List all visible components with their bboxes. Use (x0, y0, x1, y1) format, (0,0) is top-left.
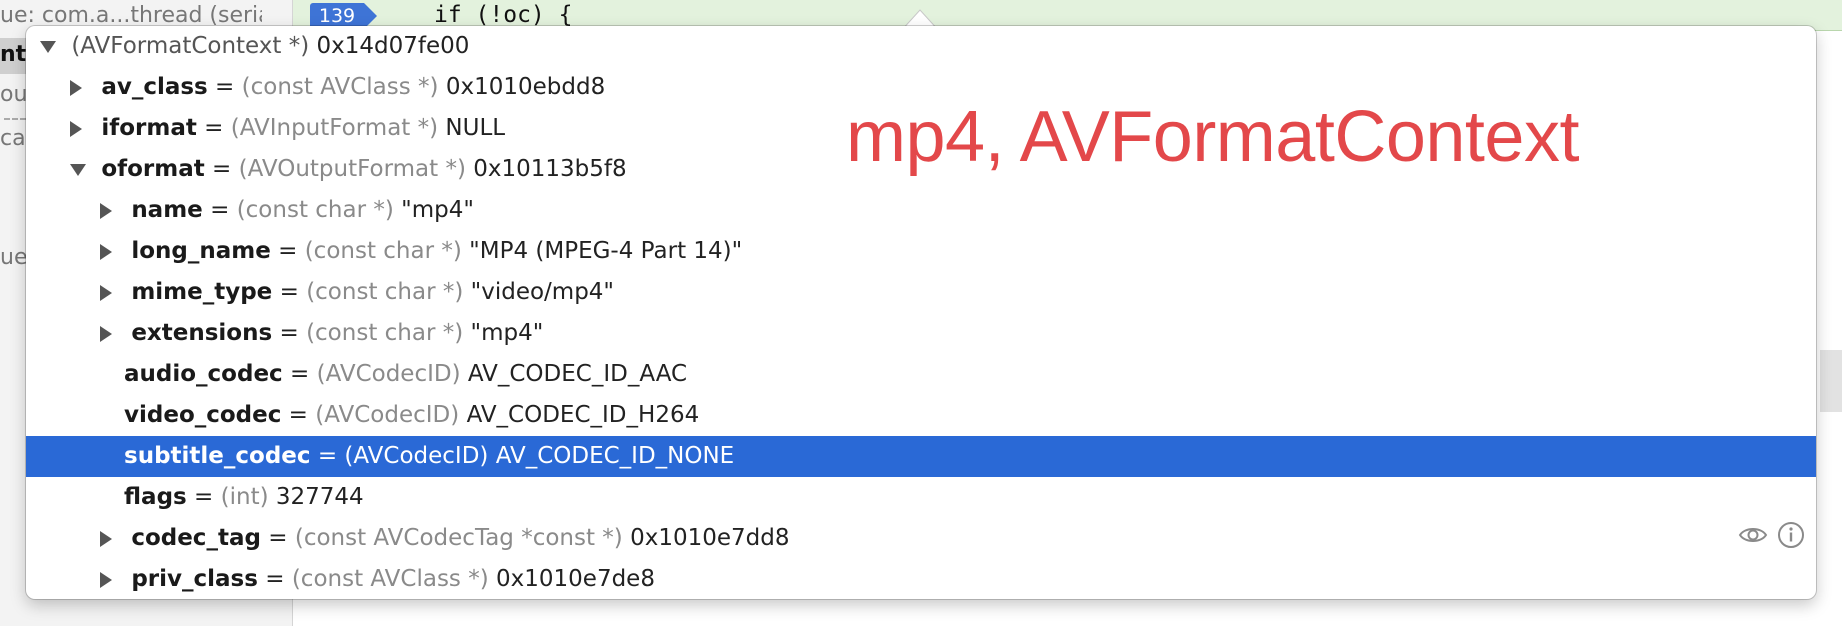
divider (4, 118, 26, 120)
variable-type: (int) (220, 484, 269, 510)
code-line[interactable]: if (!oc) { (434, 2, 572, 28)
variable-name: subtitle_codec (124, 443, 311, 469)
variable-type: (const char *) (306, 279, 464, 305)
variable-name: codec_tag (131, 525, 261, 551)
variable-value: 0x1010e7de8 (496, 566, 655, 592)
variable-value: 0x1010ebdd8 (445, 74, 606, 100)
variable-type: (const char *) (236, 197, 394, 223)
variable-type: (const AVClass *) (241, 74, 439, 100)
variable-value: AV_CODEC_ID_AAC (467, 361, 688, 387)
disclosure-triangle-collapsed-icon[interactable] (100, 518, 124, 559)
variable-value: "MP4 (MPEG-4 Part 14)" (469, 238, 743, 264)
disclosure-triangle-expanded-icon[interactable] (40, 26, 64, 67)
variable-name: priv_class (131, 566, 258, 592)
variable-type: (const AVCodecTag *const *) (294, 525, 623, 551)
scroll-region (1820, 350, 1842, 412)
variable-type: (const char *) (306, 320, 464, 346)
variable-name: video_codec (124, 402, 282, 428)
disclosure-triangle-expanded-icon[interactable] (70, 149, 94, 190)
variable-name: oformat (101, 156, 205, 182)
variable-type: (AVOutputFormat *) (238, 156, 466, 182)
variable-type: (AVCodecID) (315, 402, 460, 428)
variable-value: 0x10113b5f8 (473, 156, 627, 182)
variable-name: flags (124, 484, 187, 510)
disclosure-triangle-collapsed-icon[interactable] (100, 559, 124, 599)
disclosure-triangle-collapsed-icon[interactable] (100, 313, 124, 354)
variable-value: NULL (445, 115, 506, 141)
variable-row[interactable]: name = (const char *) "mp4" (26, 190, 1816, 231)
variable-row[interactable]: long_name = (const char *) "MP4 (MPEG-4 … (26, 231, 1816, 272)
annotation-text: mp4, AVFormatContext (846, 97, 1579, 177)
variable-name: iformat (101, 115, 197, 141)
disclosure-triangle-collapsed-icon[interactable] (100, 190, 124, 231)
variable-row[interactable]: video_codec = (AVCodecID) AV_CODEC_ID_H2… (26, 395, 1816, 436)
variable-name: mime_type (131, 279, 273, 305)
info-icon[interactable] (1776, 520, 1806, 550)
variable-value: "mp4" (470, 320, 544, 346)
variable-row[interactable]: audio_codec = (AVCodecID) AV_CODEC_ID_AA… (26, 354, 1816, 395)
variable-type: (const char *) (304, 238, 462, 264)
variable-popover: (AVFormatContext *) 0x14d07fe00 av_class… (26, 26, 1816, 599)
variable-name: name (131, 197, 203, 223)
variable-value: AV_CODEC_ID_NONE (495, 443, 735, 469)
variable-name: long_name (131, 238, 271, 264)
variable-name: av_class (101, 74, 208, 100)
variable-value: 327744 (275, 484, 364, 510)
variable-name: extensions (131, 320, 273, 346)
variable-row-selected[interactable]: subtitle_codec = (AVCodecID) AV_CODEC_ID… (26, 436, 1816, 477)
variable-row[interactable]: extensions = (const char *) "mp4" (26, 313, 1816, 354)
disclosure-triangle-collapsed-icon[interactable] (100, 231, 124, 272)
variable-type: (AVCodecID) (316, 361, 461, 387)
variable-value: 0x1010e7dd8 (630, 525, 790, 551)
variable-value: "video/mp4" (470, 279, 615, 305)
variable-type: (AVFormatContext *) (71, 33, 310, 59)
variable-row[interactable]: codec_tag = (const AVCodecTag *const *) … (26, 518, 1816, 559)
variable-row-root[interactable]: (AVFormatContext *) 0x14d07fe00 (26, 26, 1816, 67)
eye-icon[interactable] (1738, 520, 1768, 550)
variable-name: audio_codec (124, 361, 283, 387)
variable-type: (const AVClass *) (291, 566, 489, 592)
disclosure-triangle-collapsed-icon[interactable] (100, 272, 124, 313)
variable-value: 0x14d07fe00 (316, 33, 470, 59)
variable-row[interactable]: priv_class = (const AVClass *) 0x1010e7d… (26, 559, 1816, 599)
variable-value: AV_CODEC_ID_H264 (466, 402, 700, 428)
variable-row[interactable]: mime_type = (const char *) "video/mp4" (26, 272, 1816, 313)
disclosure-triangle-collapsed-icon[interactable] (70, 108, 94, 149)
disclosure-triangle-collapsed-icon[interactable] (70, 67, 94, 108)
row-actions (1738, 520, 1806, 550)
variable-type: (AVInputFormat *) (230, 115, 439, 141)
variable-type: (AVCodecID) (344, 443, 489, 469)
variable-value: "mp4" (401, 197, 474, 223)
variable-row[interactable]: flags = (int) 327744 (26, 477, 1816, 518)
